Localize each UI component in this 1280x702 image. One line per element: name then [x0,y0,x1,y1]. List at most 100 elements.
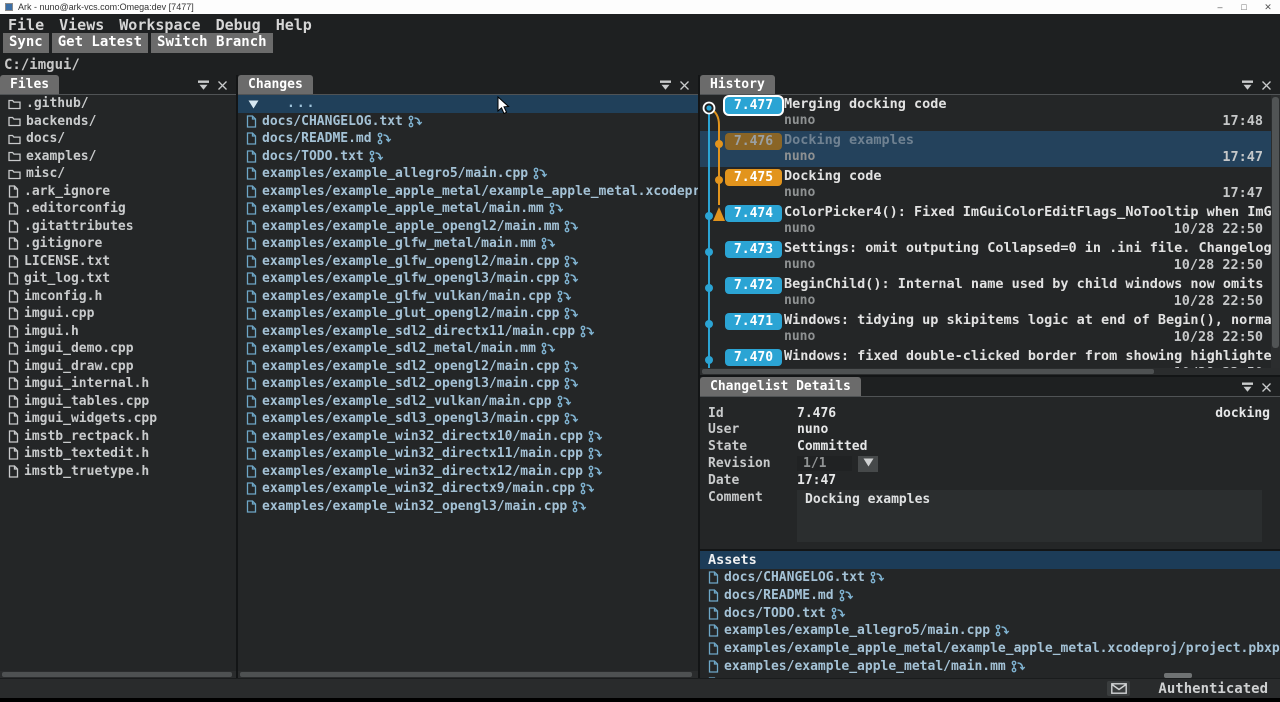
asset-file-row[interactable]: examples/example_apple_metal/example_app… [700,640,1280,658]
file-tree-file[interactable]: imstb_rectpack.h [0,428,236,446]
maximize-button[interactable]: □ [1232,2,1256,13]
history-hscrollbar-thumb[interactable] [702,369,1154,374]
commit-row[interactable]: 7.473Settings: omit outputing Collapsed=… [700,239,1271,275]
filter-icon[interactable] [1241,382,1254,393]
changes-hscrollbar-thumb[interactable] [240,672,692,677]
changed-file-row[interactable]: examples/example_win32_directx9/main.cpp [238,480,698,498]
commit-row[interactable]: 7.471Windows: tidying up skipitems logic… [700,311,1271,347]
asset-file-row[interactable]: examples/example_allegro5/main.cpp [700,622,1280,640]
changed-file-row[interactable]: examples/example_glut_opengl2/main.cpp [238,305,698,323]
changed-file-row[interactable]: examples/example_sdl2_opengl2/main.cpp [238,358,698,376]
commit-row[interactable]: 7.474ColorPicker4(): Fixed ImGuiColorEdi… [700,203,1271,239]
file-tree-folder[interactable]: docs/ [0,130,236,148]
file-tree-file[interactable]: imgui_demo.cpp [0,340,236,358]
asset-file-row[interactable]: docs/TODO.txt [700,604,1280,622]
file-tree-folder[interactable]: backends/ [0,113,236,131]
filter-icon[interactable] [197,80,210,91]
comment-input[interactable]: Docking examples [797,490,1262,542]
file-tree-file[interactable]: imgui_tables.cpp [0,393,236,411]
commit-time: 10/28 22:50 [1174,257,1271,275]
changed-file-row[interactable]: examples/example_sdl2_vulkan/main.cpp [238,393,698,411]
file-tree-folder[interactable]: examples/ [0,148,236,166]
changed-file-row[interactable]: docs/README.md [238,130,698,148]
file-tree-file[interactable]: imstb_textedit.h [0,445,236,463]
switch-branch-button[interactable]: Switch Branch [151,33,273,53]
file-tree-file[interactable]: .editorconfig [0,200,236,218]
changed-file-row[interactable]: examples/example_sdl2_opengl3/main.cpp [238,375,698,393]
file-icon [708,624,719,637]
file-tree-folder[interactable]: misc/ [0,165,236,183]
changed-file-row[interactable]: examples/example_glfw_opengl3/main.cpp [238,270,698,288]
menu-file[interactable]: File [8,16,44,33]
file-icon [8,377,19,390]
tab-changelist-details[interactable]: Changelist Details [700,377,861,396]
commit-row[interactable]: 7.477Merging docking codenuno17:48 [700,95,1271,131]
changes-group-row[interactable]: ... [238,95,698,113]
close-panel-icon[interactable] [217,80,228,91]
change-glyph-icon [564,360,579,373]
tab-changes[interactable]: Changes [238,75,313,94]
history-vscrollbar-thumb[interactable] [1272,97,1279,348]
changed-file-row[interactable]: examples/example_allegro5/main.cpp [238,165,698,183]
changed-file-row[interactable]: examples/example_win32_directx12/main.cp… [238,463,698,481]
changed-file-row[interactable]: examples/example_apple_metal/example_app… [238,183,698,201]
changed-file-row[interactable]: examples/example_sdl3_opengl3/main.cpp [238,410,698,428]
file-tree-file[interactable]: imgui_internal.h [0,375,236,393]
file-tree-file[interactable]: git_log.txt [0,270,236,288]
sync-button[interactable]: Sync [3,33,49,53]
changed-file-row[interactable]: examples/example_glfw_metal/main.mm [238,235,698,253]
file-icon [246,132,257,145]
tab-history[interactable]: History [700,75,775,94]
commit-row[interactable]: 7.470Windows: fixed double-clicked borde… [700,347,1271,368]
file-tree-file[interactable]: imgui.cpp [0,305,236,323]
close-button[interactable]: ✕ [1256,2,1280,13]
filter-icon[interactable] [1241,80,1254,91]
menu-workspace[interactable]: Workspace [119,16,200,33]
menu-debug[interactable]: Debug [216,16,261,33]
file-tree-file[interactable]: .gitignore [0,235,236,253]
file-tree-file[interactable]: imgui.h [0,323,236,341]
get-latest-button[interactable]: Get Latest [52,33,148,53]
changed-file-row[interactable]: examples/example_apple_metal/main.mm [238,200,698,218]
close-panel-icon[interactable] [1261,80,1272,91]
filter-icon[interactable] [659,80,672,91]
change-glyph-icon [831,607,846,620]
commit-row[interactable]: 7.475Docking codenuno17:47 [700,167,1271,203]
file-icon [246,430,257,443]
file-tree-folder[interactable]: .github/ [0,95,236,113]
file-icon [8,447,19,460]
file-tree-file[interactable]: .gitattributes [0,218,236,236]
asset-file-row[interactable]: examples/example_apple_metal/main.mm [700,657,1280,675]
file-tree-file[interactable]: .ark_ignore [0,183,236,201]
asset-file-row[interactable]: docs/CHANGELOG.txt [700,569,1280,587]
file-tree-file[interactable]: LICENSE.txt [0,253,236,271]
changed-file-row[interactable]: docs/TODO.txt [238,148,698,166]
close-panel-icon[interactable] [1261,382,1272,393]
changed-file-row[interactable]: examples/example_glfw_vulkan/main.cpp [238,288,698,306]
changed-file-row[interactable]: examples/example_win32_opengl3/main.cpp [238,498,698,516]
files-hscrollbar-thumb[interactable] [2,672,232,677]
changed-file-row[interactable]: examples/example_win32_directx10/main.cp… [238,428,698,446]
file-tree-file[interactable]: imgui_widgets.cpp [0,410,236,428]
changed-file-row[interactable]: examples/example_sdl2_metal/main.mm [238,340,698,358]
changed-file-row[interactable]: examples/example_glfw_opengl2/main.cpp [238,253,698,271]
changed-file-row[interactable]: examples/example_apple_opengl2/main.mm [238,218,698,236]
tab-files[interactable]: Files [0,75,59,94]
file-tree-file[interactable]: imstb_truetype.h [0,463,236,481]
commit-row[interactable]: 7.472BeginChild(): Internal name used by… [700,275,1271,311]
change-glyph-icon [549,202,564,215]
asset-file-row[interactable]: docs/README.md [700,587,1280,605]
changed-file-row[interactable]: examples/example_sdl2_directx11/main.cpp [238,323,698,341]
close-panel-icon[interactable] [679,80,690,91]
menu-views[interactable]: Views [59,16,104,33]
revision-dropdown-button[interactable] [858,456,878,472]
changed-file-row[interactable]: docs/CHANGELOG.txt [238,113,698,131]
minimize-button[interactable]: – [1208,2,1232,13]
change-glyph-icon [533,167,548,180]
changed-file-row[interactable]: examples/example_win32_directx11/main.cp… [238,445,698,463]
file-tree-file[interactable]: imconfig.h [0,288,236,306]
file-icon [246,447,257,460]
file-tree-file[interactable]: imgui_draw.cpp [0,358,236,376]
commit-row[interactable]: 7.476Docking examplesnuno17:47 [700,131,1271,167]
menu-help[interactable]: Help [276,16,312,33]
